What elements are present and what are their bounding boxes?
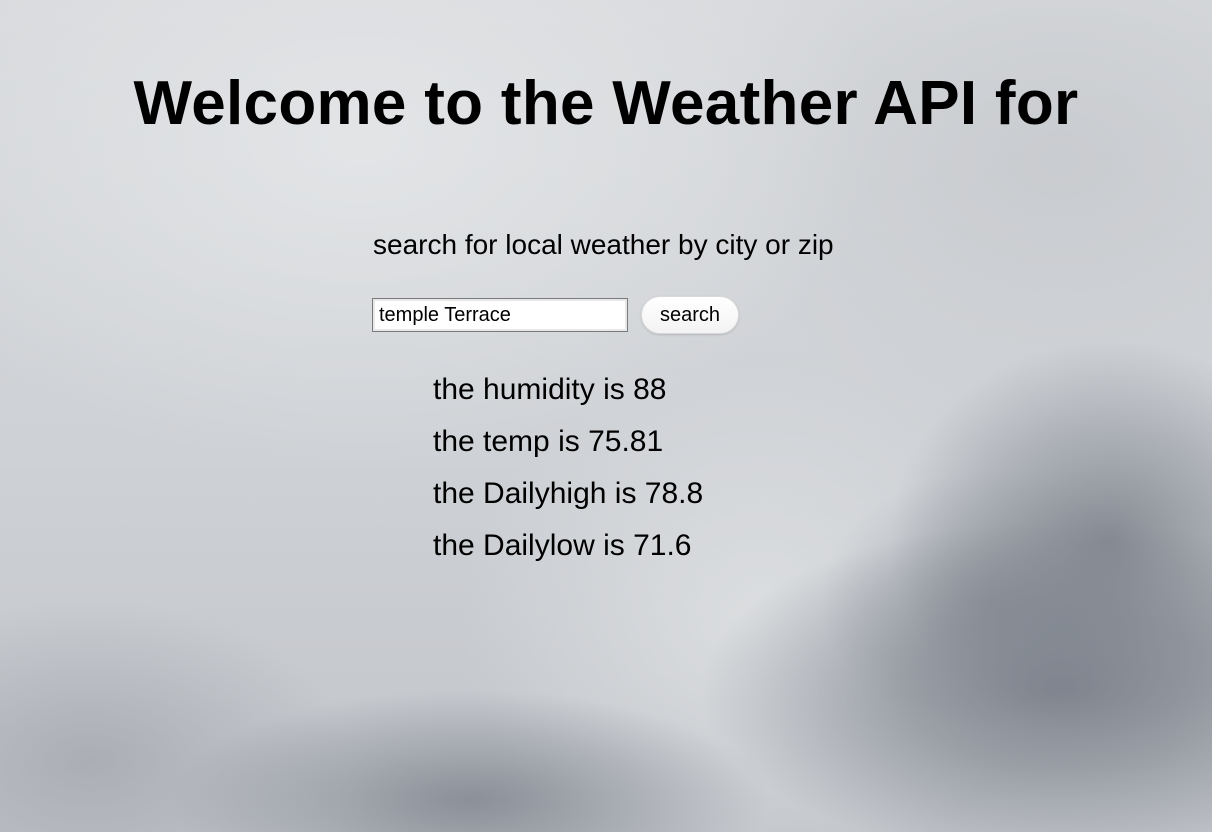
daily-high-result: the Dailyhigh is 78.8 bbox=[433, 477, 704, 510]
daily-low-result: the Dailylow is 71.6 bbox=[433, 529, 692, 562]
search-input[interactable] bbox=[372, 298, 628, 332]
search-prompt: search for local weather by city or zip bbox=[373, 229, 834, 260]
weather-results: the humidity is 88 the temp is 75.81 the… bbox=[433, 364, 703, 572]
page-title: Welcome to the Weather API for bbox=[133, 69, 1079, 138]
search-button[interactable]: search bbox=[641, 296, 739, 334]
humidity-result: the humidity is 88 bbox=[433, 373, 667, 406]
search-form: search bbox=[372, 296, 739, 334]
temp-result: the temp is 75.81 bbox=[433, 425, 664, 458]
